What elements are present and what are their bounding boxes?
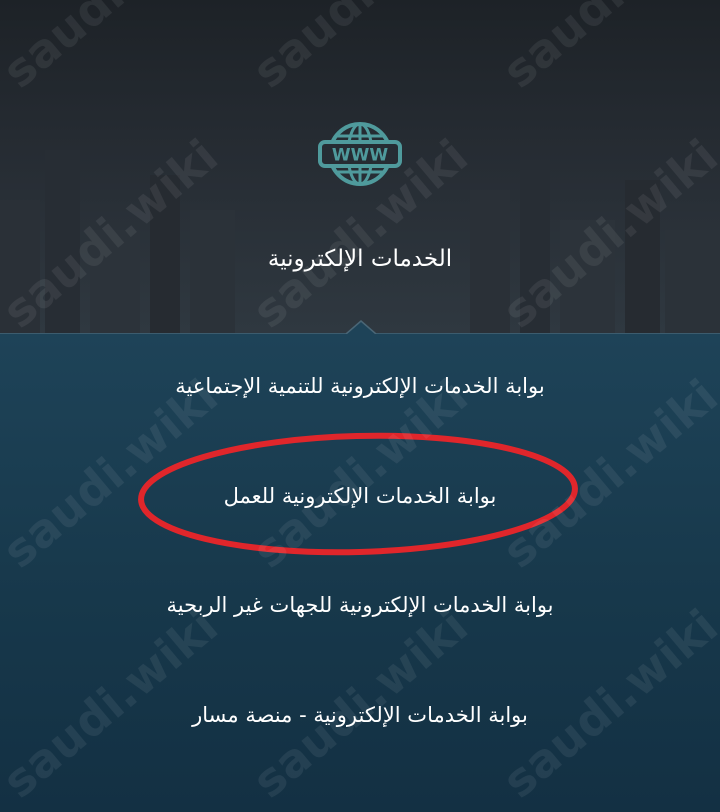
- service-link-social-development[interactable]: بوابة الخدمات الإلكترونية للتنمية الإجتم…: [60, 374, 660, 398]
- menu-caret-icon: [345, 320, 377, 334]
- services-panel: [0, 333, 720, 812]
- service-link-masar[interactable]: بوابة الخدمات الإلكترونية - منصة مسار: [60, 703, 660, 727]
- www-globe-icon: WWW: [318, 122, 402, 186]
- page-title: الخدمات الإلكترونية: [267, 246, 453, 272]
- service-link-labor[interactable]: بوابة الخدمات الإلكترونية للعمل: [60, 484, 660, 508]
- service-link-nonprofit[interactable]: بوابة الخدمات الإلكترونية للجهات غير الر…: [60, 593, 660, 617]
- www-label: WWW: [332, 146, 389, 166]
- header-section: WWW الخدمات الإلكترونية: [0, 0, 720, 333]
